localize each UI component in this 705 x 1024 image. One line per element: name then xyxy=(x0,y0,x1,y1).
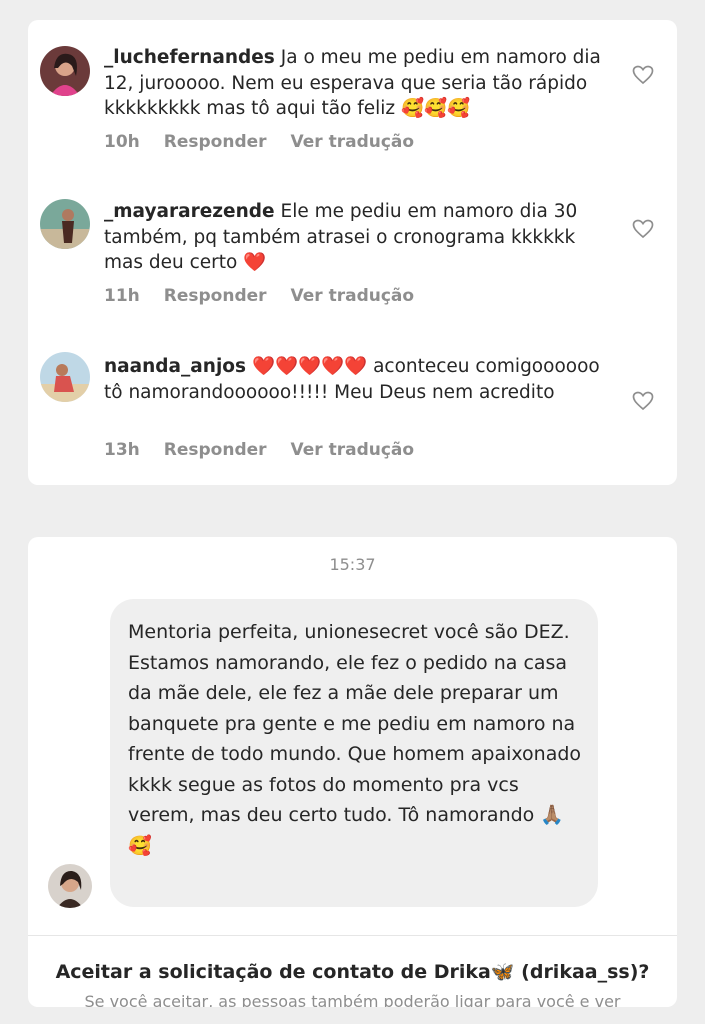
comment-text: naanda_anjos ❤️❤️❤️❤️❤️ aconteceu comigoo… xyxy=(104,354,604,405)
translate-button[interactable]: Ver tradução xyxy=(291,132,415,152)
comment-text: _mayararezende Ele me pediu em namoro dia… xyxy=(104,199,604,276)
like-heart-icon[interactable] xyxy=(631,217,655,241)
divider xyxy=(28,935,677,936)
message-timestamp: 15:37 xyxy=(329,555,376,574)
comment-meta: 13h Responder Ver tradução xyxy=(104,440,438,460)
like-heart-icon[interactable] xyxy=(631,63,655,87)
reply-button[interactable]: Responder xyxy=(164,440,267,460)
reply-button[interactable]: Responder xyxy=(164,132,267,152)
comment-meta: 10h Responder Ver tradução xyxy=(104,132,438,152)
avatar[interactable] xyxy=(40,46,90,96)
comment-meta: 11h Responder Ver tradução xyxy=(104,286,438,306)
accept-request-prompt: Aceitar a solicitação de contato de Drik… xyxy=(55,961,650,983)
comment-time: 11h xyxy=(104,286,140,306)
reply-button[interactable]: Responder xyxy=(164,286,267,306)
comment-time: 13h xyxy=(104,440,140,460)
translate-button[interactable]: Ver tradução xyxy=(291,286,415,306)
message-bubble[interactable]: Mentoria perfeita, unionesecret você são… xyxy=(110,599,598,907)
comments-card: _luchefernandes Ja o meu me pediu em namo… xyxy=(28,20,677,485)
avatar[interactable] xyxy=(40,352,90,402)
comment-time: 10h xyxy=(104,132,140,152)
translate-button[interactable]: Ver tradução xyxy=(291,440,415,460)
avatar[interactable] xyxy=(40,199,90,249)
accept-request-subtext: Se você aceitar, as pessoas também poder… xyxy=(84,992,621,1007)
direct-message-card: 15:37 Mentoria perfeita, unionesecret vo… xyxy=(28,537,677,1007)
like-heart-icon[interactable] xyxy=(631,389,655,413)
comment-text: _luchefernandes Ja o meu me pediu em namo… xyxy=(104,45,604,122)
comment-username[interactable]: _luchefernandes xyxy=(104,47,275,68)
comment-username[interactable]: naanda_anjos xyxy=(104,356,246,377)
comment-username[interactable]: _mayararezende xyxy=(104,201,275,222)
sender-avatar[interactable] xyxy=(48,864,92,908)
